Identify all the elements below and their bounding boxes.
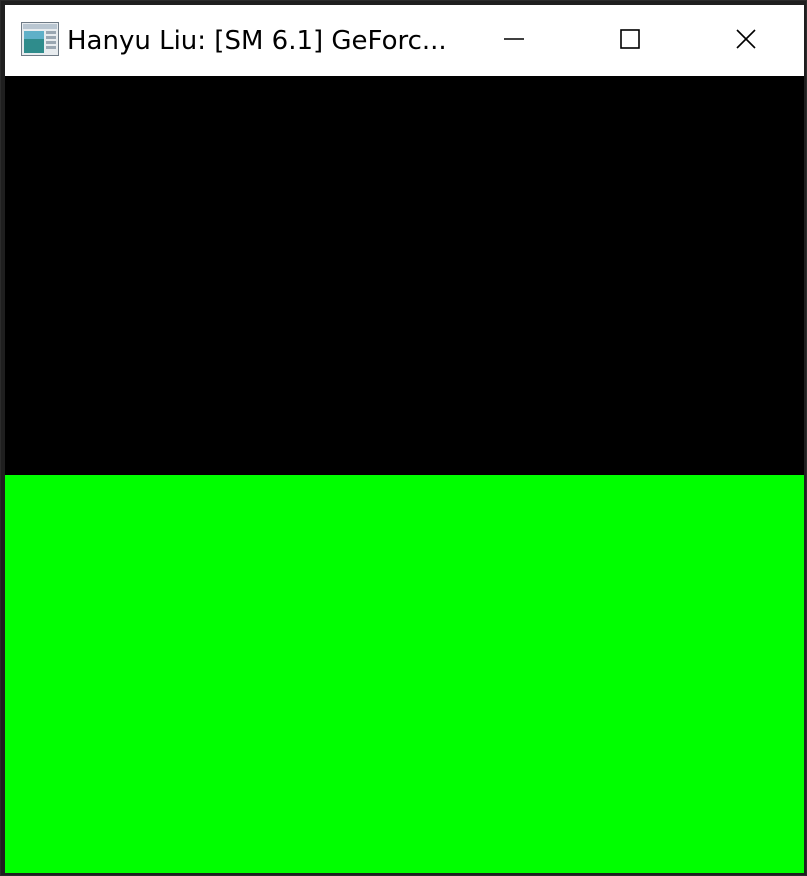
maximize-icon	[619, 28, 641, 54]
minimize-button[interactable]	[456, 5, 572, 76]
canvas-black-region	[5, 76, 804, 475]
canvas-green-region	[5, 475, 804, 873]
render-canvas[interactable]	[5, 76, 804, 873]
minimize-icon	[503, 28, 525, 54]
window-title: Hanyu Liu: [SM 6.1] GeForc...	[67, 26, 447, 56]
application-window-icon[interactable]	[21, 22, 59, 56]
close-icon	[735, 28, 757, 54]
close-button[interactable]	[688, 5, 804, 76]
app-window: Hanyu Liu: [SM 6.1] GeForc...	[0, 0, 807, 876]
title-bar[interactable]: Hanyu Liu: [SM 6.1] GeForc...	[5, 5, 804, 76]
maximize-button[interactable]	[572, 5, 688, 76]
